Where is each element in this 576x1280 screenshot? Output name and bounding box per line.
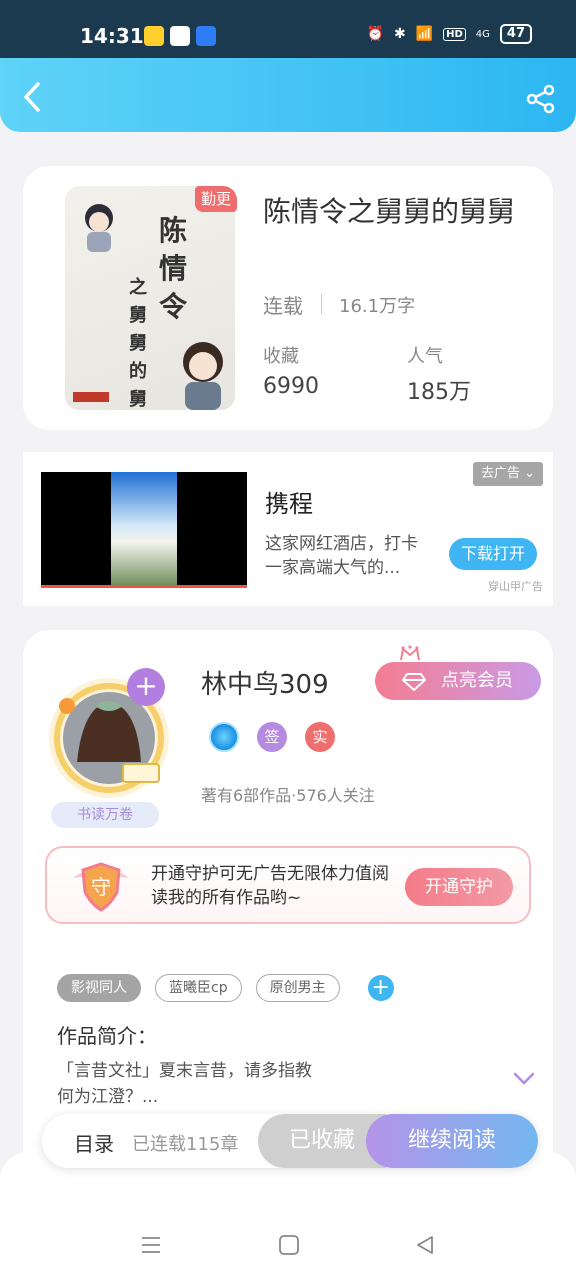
add-tag-button[interactable]: + (367, 975, 394, 1001)
book-title: 陈情令之舅舅的舅舅 (263, 195, 516, 228)
wifi-icon: 📶 (415, 26, 434, 42)
chevron-down-icon: ⌄ (524, 466, 535, 481)
avatar[interactable] (47, 666, 187, 806)
remove-ad-label: 去广告 (480, 466, 520, 481)
update-badge: 勤更 (195, 186, 237, 212)
chevron-down-icon[interactable] (513, 1072, 535, 1086)
ad-card[interactable]: 去广告 ⌄ 携程 这家网红酒店，打卡一家高端大气的... 下载打开 穿山甲广告 (23, 452, 553, 606)
popularity-label: 人气 (407, 346, 443, 367)
bottom-action-bar: 目录 已连载115章 已收藏 继续阅读 (42, 1114, 538, 1168)
back-icon[interactable] (18, 80, 48, 114)
chapter-count[interactable]: 已连载115章 (132, 1130, 238, 1156)
app-notification-icon (170, 26, 190, 46)
toc-button[interactable]: 目录 (74, 1128, 114, 1157)
weibo-icon (144, 26, 164, 46)
music-badge-icon[interactable] (209, 722, 239, 752)
hd-icon: HD (443, 27, 466, 41)
alarm-icon: ⏰ (366, 26, 384, 42)
diamond-icon (402, 673, 426, 691)
header (0, 58, 576, 132)
ad-video-frame (111, 472, 177, 588)
intro-label: 作品简介： (57, 1024, 157, 1048)
favorites-label: 收藏 (263, 346, 299, 367)
word-count: 16.1万字 (339, 296, 416, 317)
tag[interactable]: 原创男主 (255, 974, 340, 1002)
menu-icon[interactable] (140, 1234, 162, 1256)
tag[interactable]: 蓝曦臣cp (155, 974, 242, 1002)
guard-banner[interactable]: 守 开通守护可无广告无限体力值阅读我的所有作品哟~ 开通守护 (45, 846, 531, 924)
signed-badge[interactable]: 签 (257, 722, 287, 752)
navigation-bar (0, 1152, 576, 1280)
video-progress (41, 585, 247, 588)
signal-icon: 4G (475, 28, 490, 40)
vip-label: 点亮会员 (441, 670, 513, 691)
shield-icon: 守 (73, 862, 129, 912)
cover-title: 陈情令 (159, 214, 188, 323)
open-guard-button[interactable]: 开通守护 (405, 868, 513, 906)
book-cover[interactable]: 陈情令 之舅舅的舅舅 (65, 186, 235, 410)
tag[interactable]: 影视同人 (57, 974, 141, 1002)
status-time: 14:31 (80, 24, 144, 48)
author-stats: 著有6部作品·576人关注 (201, 786, 375, 805)
ad-video[interactable] (41, 472, 247, 588)
crown-icon (400, 645, 420, 661)
home-icon[interactable] (278, 1234, 300, 1256)
verified-badge[interactable]: 实 (305, 722, 335, 752)
author-name[interactable]: 林中鸟309 (201, 664, 329, 701)
author-badges: 签 实 (209, 722, 335, 752)
book-info-card: 陈情令 之舅舅的舅舅 勤更 陈情令之舅舅的舅舅 连载 16.1万字 收藏 699… (23, 166, 553, 430)
divider (321, 294, 322, 314)
character-illustration (85, 204, 113, 252)
status-bar: 14:31 ⏰ ✱ 📶 HD 4G 47 (0, 0, 576, 58)
avatar-image (49, 678, 169, 798)
notification-icons (144, 26, 216, 46)
cover-seal (73, 392, 109, 402)
share-icon[interactable] (526, 84, 556, 114)
popularity-value: 185万 (407, 380, 471, 405)
cover-subtitle: 之舅舅的舅舅 (129, 277, 147, 410)
ad-source: 穿山甲广告 (488, 580, 543, 593)
vip-button[interactable]: 点亮会员 (375, 662, 541, 700)
continue-reading-button[interactable]: 继续阅读 (366, 1114, 538, 1168)
intro-text: 「言昔文社」夏末言昔，请多指教 何为江澄？... (57, 1061, 312, 1107)
browser-icon (196, 26, 216, 46)
ad-title: 携程 (265, 490, 313, 518)
tag-list: 影视同人 蓝曦臣cp 原创男主 + (57, 974, 394, 1002)
battery-icon: 47 (499, 24, 532, 44)
avatar-badge: 书读万卷 (51, 802, 159, 828)
ad-description: 这家网红酒店，打卡一家高端大气的... (265, 534, 418, 578)
download-button[interactable]: 下载打开 (449, 538, 537, 570)
remove-ad-button[interactable]: 去广告 ⌄ (472, 462, 543, 486)
favorites-value: 6990 (263, 374, 319, 399)
bluetooth-icon: ✱ (393, 26, 406, 42)
back-nav-icon[interactable] (414, 1234, 436, 1256)
svg-text:守: 守 (91, 875, 111, 899)
book-status: 连载 (263, 294, 303, 318)
character-illustration (183, 342, 223, 410)
guard-description: 开通守护可无广告无限体力值阅读我的所有作品哟~ (151, 864, 389, 908)
follow-button[interactable]: + (127, 668, 165, 706)
